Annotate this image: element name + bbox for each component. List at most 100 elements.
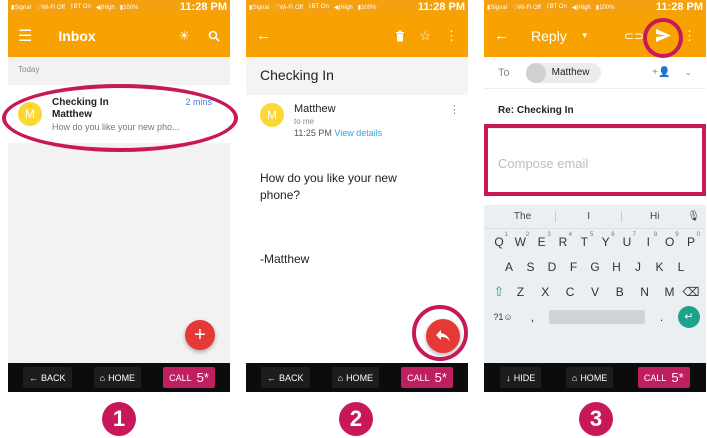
avatar: M bbox=[260, 103, 284, 127]
key[interactable]: F bbox=[565, 255, 583, 279]
app-bar: ← ☆ ⋮ bbox=[246, 14, 468, 57]
keyboard: The I Hi 🎙 Q1W2E3R4T5Y6U7I8O9P0 ASDFGHJK… bbox=[484, 205, 706, 363]
to-row: To Matthew +👤 ⌄ bbox=[484, 57, 706, 89]
recipient-chip[interactable]: Matthew bbox=[525, 62, 602, 83]
key[interactable]: H bbox=[608, 255, 626, 279]
key[interactable]: A bbox=[500, 255, 518, 279]
reply-subject: Re: Checking In bbox=[498, 105, 574, 116]
more-vert-icon[interactable]: ⋮ bbox=[683, 28, 696, 44]
enter-key[interactable]: ↵ bbox=[678, 305, 700, 328]
star-icon[interactable]: ☆ bbox=[419, 28, 431, 44]
more-vert-icon[interactable]: ⋮ bbox=[449, 103, 460, 116]
message-header: M Matthew to me 11:25 PM View details ⋮ bbox=[260, 103, 460, 153]
key[interactable]: V bbox=[586, 280, 604, 304]
view-details-link[interactable]: View details bbox=[334, 128, 382, 138]
home-button[interactable]: ⌂ HOME bbox=[565, 367, 614, 388]
arrow-down-icon: ↓ bbox=[506, 372, 511, 383]
status-bar: ▮Signal ♡Wi-Fi Off ᛒBT On ◀)High ▮100% 1… bbox=[246, 0, 468, 14]
period-key[interactable]: . bbox=[653, 305, 671, 329]
add-person-icon[interactable]: +👤 bbox=[652, 67, 670, 78]
wifi-indicator: ♡Wi-Fi Off bbox=[274, 4, 303, 11]
recipient-line: to me bbox=[294, 117, 315, 126]
key[interactable]: D bbox=[543, 255, 561, 279]
key[interactable]: U7 bbox=[618, 230, 636, 254]
signal-indicator: ▮Signal bbox=[249, 4, 269, 11]
key[interactable]: M bbox=[660, 280, 678, 304]
message-subject-bar: Checking In bbox=[246, 57, 468, 95]
symbols-key[interactable]: ?1☺ bbox=[490, 305, 516, 329]
sender-name: Matthew bbox=[294, 103, 336, 115]
battery-indicator: ▮100% bbox=[595, 4, 615, 11]
shift-key[interactable]: ⇧ bbox=[490, 280, 508, 304]
dropdown-icon[interactable]: ▼ bbox=[581, 31, 589, 40]
clock: 11:28 PM bbox=[179, 1, 227, 13]
step-number: 3 bbox=[579, 402, 613, 436]
key[interactable]: E3 bbox=[533, 230, 551, 254]
key[interactable]: C bbox=[561, 280, 579, 304]
compose-fab[interactable]: + bbox=[185, 320, 215, 350]
back-button[interactable]: ← BACK bbox=[261, 367, 310, 388]
key[interactable]: K bbox=[651, 255, 669, 279]
home-button[interactable]: ⌂ HOME bbox=[93, 367, 142, 388]
step-number: 1 bbox=[102, 402, 136, 436]
call-button[interactable]: CALL 5* bbox=[401, 367, 453, 388]
wifi-indicator: ♡Wi-Fi Off bbox=[36, 4, 65, 11]
backspace-key[interactable]: ⌫ bbox=[682, 280, 700, 304]
key[interactable]: Q1 bbox=[490, 230, 508, 254]
message-subject: Checking In bbox=[260, 67, 334, 83]
highlight-reply-fab bbox=[412, 305, 468, 361]
section-header-today: Today bbox=[18, 65, 40, 74]
key[interactable]: O9 bbox=[661, 230, 679, 254]
key[interactable]: Z bbox=[511, 280, 529, 304]
status-bar: ▮Signal ♡Wi-Fi Off ᛒBT On ◀)High ▮100% 1… bbox=[484, 0, 706, 14]
app-bar: ☰ Inbox ☀ bbox=[8, 14, 230, 57]
back-arrow-icon[interactable]: ← bbox=[256, 27, 271, 44]
comma-key[interactable]: , bbox=[524, 305, 542, 329]
wifi-indicator: ♡Wi-Fi Off bbox=[512, 4, 541, 11]
to-label: To bbox=[498, 66, 510, 79]
bt-indicator: ᛒBT On bbox=[307, 4, 329, 10]
suggestion[interactable]: Hi bbox=[622, 211, 687, 222]
key[interactable]: W2 bbox=[511, 230, 530, 254]
highlight-compose-field bbox=[484, 124, 706, 196]
key[interactable]: I8 bbox=[639, 230, 658, 254]
key[interactable]: Y6 bbox=[597, 230, 615, 254]
brightness-icon[interactable]: ☀ bbox=[178, 28, 190, 44]
home-button[interactable]: ⌂ HOME bbox=[331, 367, 380, 388]
volume-indicator: ◀)High bbox=[95, 4, 115, 11]
menu-icon[interactable]: ☰ bbox=[18, 26, 32, 46]
back-button[interactable]: ← BACK bbox=[23, 367, 72, 388]
key[interactable]: S bbox=[522, 255, 540, 279]
back-arrow-icon[interactable]: ← bbox=[494, 27, 509, 44]
key[interactable]: P0 bbox=[682, 230, 700, 254]
message-time: 11:25 PM bbox=[294, 128, 332, 138]
key[interactable]: L bbox=[672, 255, 690, 279]
space-key[interactable] bbox=[549, 309, 645, 324]
key[interactable]: R4 bbox=[554, 230, 572, 254]
suggestion[interactable]: The bbox=[490, 211, 555, 222]
key[interactable]: N bbox=[636, 280, 654, 304]
suggestion[interactable]: I bbox=[555, 211, 623, 222]
avatar bbox=[525, 62, 546, 83]
key[interactable]: J bbox=[629, 255, 647, 279]
highlight-email-item bbox=[2, 84, 238, 152]
key[interactable]: B bbox=[611, 280, 629, 304]
call-button[interactable]: CALL 5* bbox=[163, 367, 215, 388]
bottom-nav: ↓ HIDE ⌂ HOME CALL 5* bbox=[484, 363, 706, 392]
key-row-4: ?1☺ , . ↵ bbox=[484, 304, 706, 329]
hide-keyboard-button[interactable]: ↓ HIDE bbox=[500, 367, 542, 388]
step-number: 2 bbox=[339, 402, 373, 436]
microphone-icon[interactable]: 🎙 bbox=[687, 211, 700, 222]
search-icon[interactable] bbox=[208, 30, 220, 42]
arrow-left-icon: ← bbox=[29, 372, 39, 383]
chevron-down-icon[interactable]: ⌄ bbox=[684, 67, 692, 78]
more-vert-icon[interactable]: ⋮ bbox=[445, 28, 458, 44]
key[interactable]: X bbox=[536, 280, 554, 304]
key[interactable]: T5 bbox=[575, 230, 594, 254]
key[interactable]: G bbox=[586, 255, 604, 279]
call-button[interactable]: CALL 5* bbox=[637, 367, 690, 388]
attach-icon[interactable]: ⊂⊃ bbox=[624, 29, 644, 43]
key-row-3: ⇧ ZXCVBNM ⌫ bbox=[484, 279, 706, 304]
bottom-nav: ← BACK ⌂ HOME CALL 5* bbox=[8, 363, 230, 392]
trash-icon[interactable] bbox=[395, 30, 405, 42]
